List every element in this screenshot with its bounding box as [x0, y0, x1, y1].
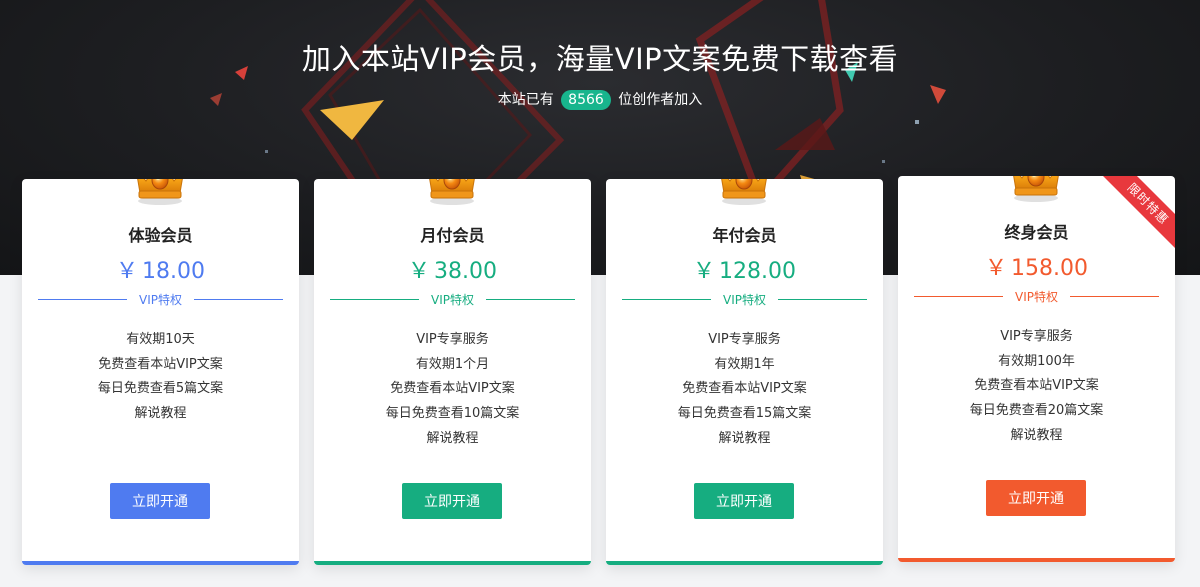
currency-symbol: ￥: [985, 256, 1008, 281]
feature-item: 解说教程: [426, 430, 479, 446]
divider-line: [778, 298, 867, 300]
feature-list: VIP专享服务 有效期1个月 免费查看本站VIP文案 每日免费查看10篇文案 解…: [314, 328, 591, 452]
feature-item: VIP专享服务: [1000, 329, 1073, 344]
plan-price: ￥ 128.00: [606, 253, 883, 285]
crown-icon: [1006, 176, 1066, 204]
feature-item: 每日免费查看15篇文案: [677, 406, 812, 422]
feature-item: 有效期10天: [126, 332, 195, 347]
price-value: 18.00: [142, 259, 205, 284]
currency-symbol: ￥: [116, 259, 139, 284]
card-accent-bar: [898, 558, 1175, 562]
divider-line: [486, 298, 575, 300]
feature-item: 解说教程: [134, 406, 187, 422]
plan-card-monthly: 月付会员 ￥ 38.00 VIP特权 VIP专享服务 有效期1个月 免费查看本站V…: [314, 179, 591, 565]
plan-card-trial: 体验会员 ￥ 18.00 VIP特权 有效期10天 免费查看本站VIP文案 每日免…: [22, 179, 299, 565]
feature-item: 有效期1个月: [415, 356, 490, 372]
divider-line: [38, 298, 127, 300]
price-value: 128.00: [719, 259, 796, 284]
card-accent-bar: [606, 561, 883, 565]
hero-title: 加入本站VIP会员，海量VIP文案免费下载查看: [301, 42, 899, 76]
vip-divider: VIP特权: [330, 291, 575, 307]
vip-divider: VIP特权: [914, 288, 1159, 304]
subscribe-button[interactable]: 立即开通: [694, 483, 794, 519]
member-count-badge: 8566: [561, 90, 611, 110]
divider-label: VIP特权: [431, 292, 474, 307]
feature-list: VIP专享服务 有效期1年 免费查看本站VIP文案 每日免费查看15篇文案 解说…: [606, 328, 883, 452]
plan-title: 月付会员: [420, 226, 485, 245]
crown-icon: [714, 179, 774, 207]
plan-price: ￥ 18.00: [22, 253, 299, 285]
vip-divider: VIP特权: [38, 291, 283, 307]
divider-line: [914, 295, 1003, 297]
vip-divider: VIP特权: [622, 291, 867, 307]
feature-item: 免费查看本站VIP文案: [682, 381, 807, 397]
feature-item: 每日免费查看10篇文案: [385, 406, 520, 422]
price-value: 158.00: [1011, 256, 1088, 281]
feature-item: 免费查看本站VIP文案: [98, 356, 223, 372]
feature-item: 有效期1年: [714, 356, 775, 372]
price-value: 38.00: [434, 259, 497, 284]
divider-label: VIP特权: [139, 292, 182, 307]
card-accent-bar: [22, 561, 299, 565]
hero-subtitle-suffix: 位创作者加入: [618, 92, 703, 108]
feature-list: 有效期10天 免费查看本站VIP文案 每日免费查看5篇文案 解说教程: [22, 328, 299, 427]
feature-item: 有效期100年: [998, 353, 1075, 369]
divider-label: VIP特权: [1015, 289, 1058, 304]
plan-card-lifetime: 限时特惠 终身会员 ￥ 158.00 VIP特权 VIP专享服务 有效期100年 …: [898, 176, 1175, 562]
divider-line: [330, 298, 419, 300]
currency-symbol: ￥: [408, 259, 431, 284]
crown-icon: [130, 179, 190, 207]
divider-line: [194, 298, 283, 300]
plan-title: 终身会员: [1004, 223, 1069, 242]
feature-item: VIP专享服务: [708, 332, 781, 347]
subscribe-button[interactable]: 立即开通: [986, 480, 1086, 516]
feature-item: 解说教程: [1010, 427, 1063, 443]
subscribe-button[interactable]: 立即开通: [402, 483, 502, 519]
feature-list: VIP专享服务 有效期100年 免费查看本站VIP文案 每日免费查看20篇文案 …: [898, 325, 1175, 449]
divider-line: [622, 298, 711, 300]
divider-label: VIP特权: [723, 292, 766, 307]
card-accent-bar: [314, 561, 591, 565]
plan-title: 体验会员: [128, 226, 193, 245]
feature-item: VIP专享服务: [416, 332, 489, 347]
subscribe-button[interactable]: 立即开通: [110, 483, 210, 519]
feature-item: 免费查看本站VIP文案: [974, 378, 1099, 394]
divider-line: [1070, 295, 1159, 297]
crown-icon: [422, 179, 482, 207]
hero-subtitle-prefix: 本站已有: [497, 92, 554, 108]
currency-symbol: ￥: [693, 259, 716, 284]
plan-price: ￥ 38.00: [314, 253, 591, 285]
feature-item: 解说教程: [718, 430, 771, 446]
plan-title: 年付会员: [712, 226, 777, 245]
feature-item: 免费查看本站VIP文案: [390, 381, 515, 397]
feature-item: 每日免费查看5篇文案: [97, 381, 224, 397]
hero-subtitle: 本站已有 8566 位创作者加入: [0, 89, 1200, 110]
plan-card-yearly: 年付会员 ￥ 128.00 VIP特权 VIP专享服务 有效期1年 免费查看本站V…: [606, 179, 883, 565]
plan-price: ￥ 158.00: [898, 250, 1175, 282]
feature-item: 每日免费查看20篇文案: [969, 403, 1104, 419]
